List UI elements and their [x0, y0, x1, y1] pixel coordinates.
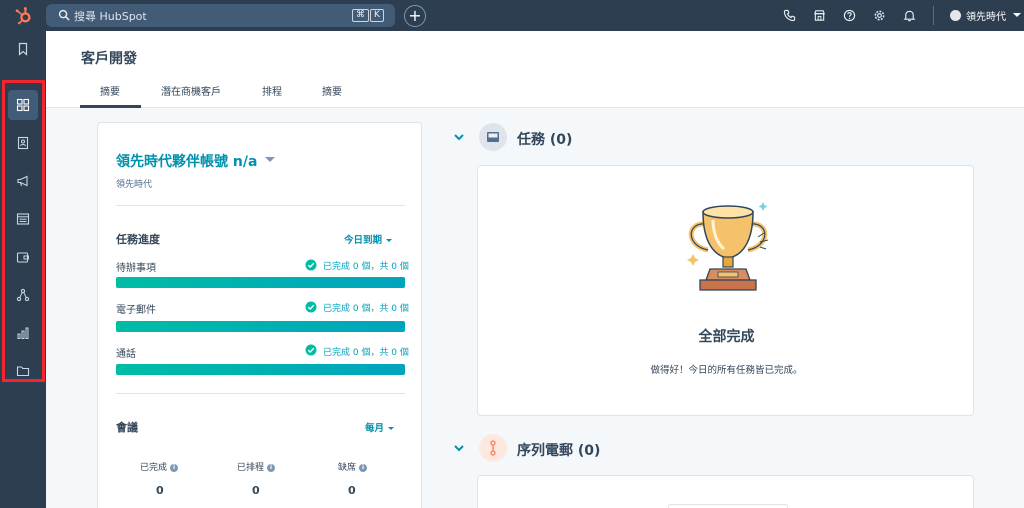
sidebar-item-bookmarks[interactable] [8, 34, 38, 64]
sequences-card [477, 475, 974, 508]
shortcut-cmd-key: ⌘ [352, 9, 369, 22]
caret-down-icon [388, 427, 395, 430]
marketplace-icon[interactable] [813, 9, 826, 22]
avatar[interactable] [950, 10, 961, 21]
tasks-card: 全部完成 做得好！今日的所有任務皆已完成。 [477, 165, 974, 416]
tab-schedule[interactable]: 排程 [262, 83, 282, 98]
task-call-progress-bar [116, 364, 405, 375]
task-todo-progress-bar [116, 277, 405, 288]
top-navigation-bar: 搜尋 HubSpot ⌘ K + 領先時代 [0, 0, 1024, 31]
check-circle-icon [305, 344, 317, 356]
check-circle-icon [305, 259, 317, 271]
search-input[interactable]: 搜尋 HubSpot [74, 8, 147, 24]
meeting-stat-scheduled-value: 0 [252, 484, 260, 497]
tab-leads[interactable]: 潛在商機客戶 [161, 83, 221, 98]
meeting-stat-noshow: 缺席 i [338, 460, 368, 473]
page-header: 客戶開發 摘要 潛在商機客戶 排程 摘要 [46, 31, 1024, 108]
collapse-tasks-chevron-icon[interactable] [453, 131, 465, 143]
task-progress-title: 任務進度 [116, 233, 160, 246]
collapse-sequences-chevron-icon[interactable] [453, 442, 465, 454]
tasks-section-icon [479, 123, 507, 151]
gear-icon[interactable] [873, 9, 886, 22]
meeting-stat-noshow-label: 缺席 [338, 463, 357, 473]
task-progress-filter-dropdown[interactable]: 今日到期 [344, 232, 393, 246]
search-bar[interactable]: 搜尋 HubSpot ⌘ K [46, 4, 395, 27]
meeting-stat-completed: 已完成 i [140, 460, 179, 473]
account-name-link[interactable]: 領先時代夥伴帳號 n/a [116, 151, 257, 171]
meeting-stat-scheduled: 已排程 i [237, 460, 276, 473]
check-circle-icon [305, 301, 317, 313]
topbar-divider [933, 6, 934, 25]
meetings-title: 會議 [116, 421, 138, 434]
sequences-section-title: 序列電郵 (0) [517, 443, 601, 459]
task-email-status: 已完成 0 個，共 0 個 [323, 304, 409, 314]
task-progress-filter-label: 今日到期 [344, 235, 383, 246]
account-summary-card: 領先時代夥伴帳號 n/a 領先時代 任務進度 今日到期 待辦事項 已完成 0 個… [97, 122, 422, 508]
task-call-label: 通話 [116, 349, 136, 360]
chevron-down-icon[interactable] [1013, 13, 1021, 17]
tab-summary-2[interactable]: 摘要 [322, 83, 342, 98]
bookmark-icon [18, 42, 28, 56]
meetings-filter-dropdown[interactable]: 每月 [365, 420, 395, 434]
account-subtitle: 領先時代 [116, 180, 153, 190]
task-call-status: 已完成 0 個，共 0 個 [323, 348, 409, 358]
help-icon[interactable] [843, 9, 856, 22]
sidebar-highlight-annotation [2, 80, 45, 382]
shortcut-k-key: K [370, 9, 384, 22]
meeting-stat-noshow-value: 0 [348, 484, 356, 497]
account-dropdown-caret-icon[interactable] [265, 157, 275, 162]
meetings-filter-label: 每月 [365, 423, 385, 434]
info-icon[interactable]: i [267, 463, 276, 472]
trophy-icon [687, 202, 769, 291]
inbox-icon [487, 132, 499, 142]
task-todo-label: 待辦事項 [116, 263, 156, 274]
all-done-subtitle: 做得好！今日的所有任務皆已完成。 [650, 365, 803, 376]
page-title: 客戶開發 [81, 51, 137, 67]
divider [116, 205, 405, 206]
active-tab-indicator [80, 105, 141, 108]
meeting-stat-completed-label: 已完成 [140, 463, 168, 473]
account-menu-name[interactable]: 領先時代 [966, 8, 1006, 23]
caret-down-icon [386, 239, 393, 242]
phone-icon[interactable] [783, 9, 796, 22]
divider [116, 393, 405, 394]
info-icon[interactable]: i [170, 463, 179, 472]
tab-summary[interactable]: 摘要 [100, 83, 120, 98]
bell-icon[interactable] [903, 9, 916, 22]
tasks-section-title: 任務 (0) [517, 132, 573, 148]
search-icon [58, 9, 70, 21]
sequences-section-icon [479, 434, 507, 462]
task-email-progress-bar [116, 321, 405, 332]
all-done-title: 全部完成 [698, 329, 755, 345]
hubspot-logo-icon[interactable] [14, 6, 33, 25]
meeting-stat-scheduled-label: 已排程 [237, 463, 265, 473]
sequence-icon [490, 440, 496, 456]
create-new-button[interactable]: + [404, 5, 426, 27]
sequences-card-content [668, 504, 788, 508]
task-email-label: 電子郵件 [116, 305, 156, 316]
meeting-stat-completed-value: 0 [156, 484, 164, 497]
task-todo-status: 已完成 0 個，共 0 個 [323, 262, 409, 272]
info-icon[interactable]: i [359, 463, 368, 472]
